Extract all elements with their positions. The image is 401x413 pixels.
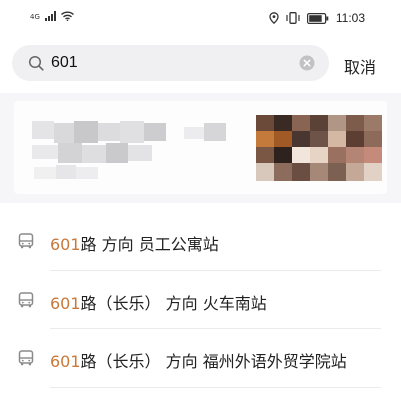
ad-pixel (256, 115, 274, 131)
bus-icon (18, 291, 34, 307)
search-query[interactable]: 601 (51, 54, 78, 72)
ad-pixel (128, 145, 152, 161)
ad-pixel (364, 147, 382, 163)
ad-pixel (82, 145, 106, 163)
ad-pixel (328, 163, 346, 181)
ad-pixel (274, 163, 292, 181)
ad-pixel (292, 163, 310, 181)
ad-pixel (310, 163, 328, 181)
network-type: 4G (30, 13, 40, 21)
ad-pixel (328, 147, 346, 163)
ad-pixel (34, 167, 56, 179)
ad-pixel (346, 131, 364, 147)
wifi-icon (60, 11, 74, 21)
ad-pixel (364, 163, 382, 181)
ad-pixel (32, 121, 54, 139)
divider (50, 386, 381, 388)
ad-banner[interactable] (0, 93, 401, 203)
ad-pixel (292, 147, 310, 163)
ad-pixel (328, 131, 346, 147)
ad-pixel (274, 115, 292, 131)
signal-icon (44, 11, 56, 21)
ad-pixel (98, 123, 120, 141)
route-title: 601路 方向 员工公寓站 (50, 231, 219, 255)
vibrate-icon (286, 12, 300, 24)
bus-icon (18, 233, 34, 249)
ad-pixel (120, 121, 144, 143)
battery-icon (306, 12, 329, 24)
route-direction: 路 方向 员工公寓站 (80, 235, 219, 254)
status-time: 11:03 (335, 11, 365, 25)
ad-pixel (346, 163, 364, 181)
status-right: 11:03 (269, 11, 365, 25)
search-icon (28, 55, 44, 71)
ad-pixel (106, 143, 128, 163)
ad-pixel (292, 115, 310, 131)
search-row: 601 取消 (0, 42, 401, 86)
list-item[interactable]: 601路 方向 员工公寓站 (0, 212, 401, 271)
search-input[interactable]: 601 (12, 45, 329, 81)
ad-pixel (364, 115, 382, 131)
list-item[interactable]: 601路（长乐） 方向 福州外语外贸学院站 (0, 329, 401, 388)
route-number: 601 (50, 352, 81, 371)
route-title: 601路（长乐） 方向 火车南站 (50, 290, 267, 314)
ad-pixel (256, 131, 274, 147)
status-bar: 4G 11:03 (0, 0, 401, 36)
ad-pixel (310, 131, 328, 147)
ad-pixel (54, 123, 74, 143)
cancel-button[interactable]: 取消 (344, 54, 376, 78)
route-number: 601 (50, 293, 81, 313)
ad-pixel (56, 165, 76, 179)
ad-pixel (274, 131, 292, 147)
ad-pixel (310, 147, 328, 163)
ad-pixel (32, 145, 58, 159)
route-direction: 路（长乐） 方向 福州外语外贸学院站 (80, 352, 347, 371)
ad-pixel (310, 115, 328, 131)
ad-pixel (256, 147, 274, 163)
ad-pixel (274, 147, 292, 163)
status-left: 4G (30, 11, 74, 21)
list-item[interactable]: 601路（长乐） 方向 火车南站 (0, 271, 401, 329)
ad-pixel (74, 121, 98, 143)
ad-pixel (346, 147, 364, 163)
ad-pixel (76, 167, 98, 179)
route-direction: 路（长乐） 方向 火车南站 (80, 293, 267, 313)
ad-pixel (328, 115, 346, 131)
route-number: 601 (50, 235, 81, 254)
ad-image[interactable] (14, 101, 387, 194)
location-icon (269, 12, 279, 24)
ad-pixel (364, 131, 382, 147)
ad-pixel (256, 163, 274, 181)
ad-pixel (144, 123, 166, 141)
bus-icon (18, 350, 34, 366)
clear-icon[interactable] (299, 55, 315, 71)
ad-pixel (292, 131, 310, 147)
ad-pixel (346, 115, 364, 131)
ad-pixel (184, 127, 204, 139)
ad-pixel (58, 143, 82, 163)
route-title: 601路（长乐） 方向 福州外语外贸学院站 (50, 348, 347, 372)
ad-pixel (204, 123, 226, 141)
result-list: 601路 方向 员工公寓站 601路（长乐） 方向 火车南站 601路（长乐） … (0, 212, 401, 388)
